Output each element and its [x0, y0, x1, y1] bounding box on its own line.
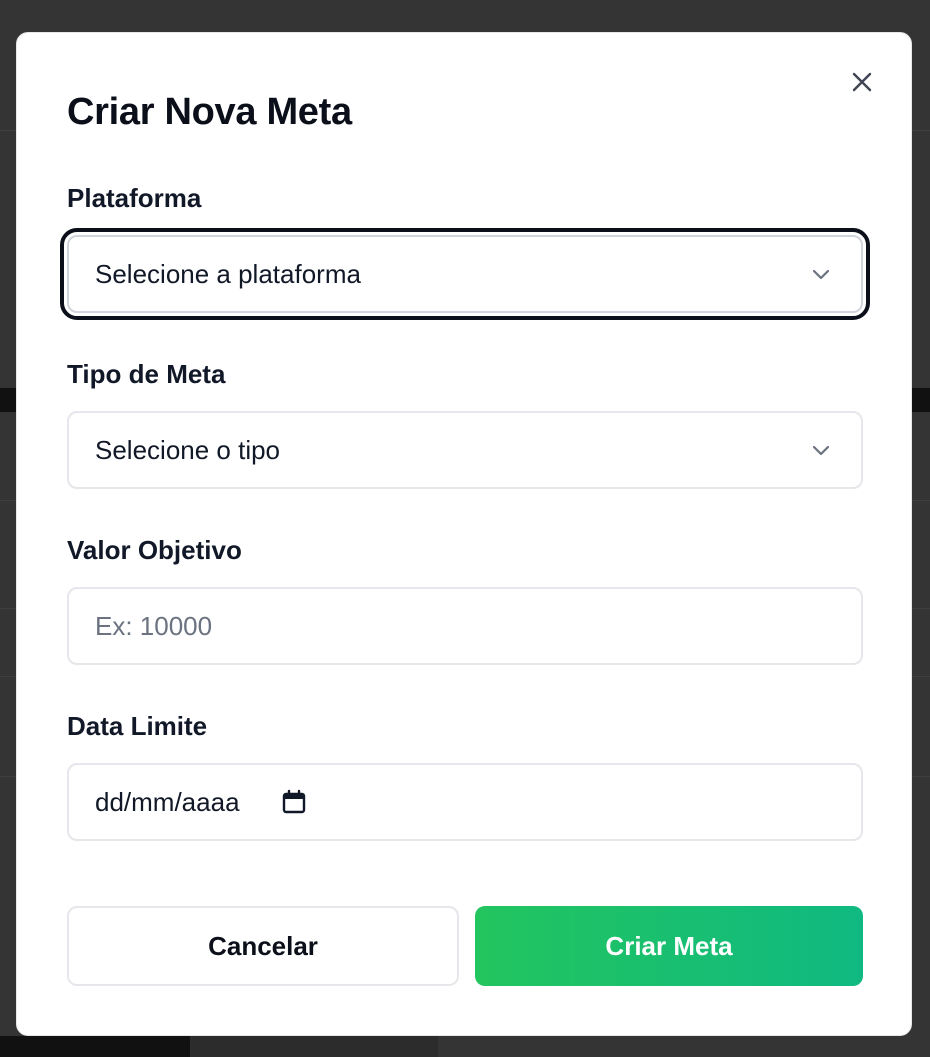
- chevron-down-icon: [812, 445, 830, 456]
- goal-type-select[interactable]: Selecione o tipo: [67, 411, 863, 489]
- create-goal-dialog: Criar Nova Meta Plataforma Selecione a p…: [16, 32, 912, 1036]
- chevron-down-icon: [812, 269, 830, 280]
- target-value-placeholder: Ex: 10000: [95, 610, 213, 641]
- cancel-button[interactable]: Cancelar: [67, 906, 459, 986]
- deadline-placeholder: dd/mm/aaaa: [95, 786, 240, 817]
- goal-type-select-value: Selecione o tipo: [95, 434, 281, 465]
- create-goal-button[interactable]: Criar Meta: [475, 906, 863, 986]
- dialog-title: Criar Nova Meta: [67, 91, 352, 133]
- background-band: [190, 1036, 438, 1057]
- platform-select-value: Selecione a plataforma: [95, 258, 361, 289]
- target-value-label: Valor Objetivo: [67, 535, 242, 565]
- target-value-input[interactable]: Ex: 10000: [67, 587, 863, 665]
- close-icon: [852, 72, 872, 92]
- platform-select[interactable]: Selecione a plataforma: [60, 228, 870, 320]
- calendar-icon[interactable]: [280, 788, 308, 816]
- background-band: [0, 1036, 190, 1057]
- goal-type-label: Tipo de Meta: [67, 359, 226, 389]
- deadline-label: Data Limite: [67, 711, 208, 741]
- platform-label: Plataforma: [67, 183, 202, 213]
- close-button[interactable]: [847, 67, 877, 97]
- deadline-date-input[interactable]: dd/mm/aaaa: [67, 763, 863, 841]
